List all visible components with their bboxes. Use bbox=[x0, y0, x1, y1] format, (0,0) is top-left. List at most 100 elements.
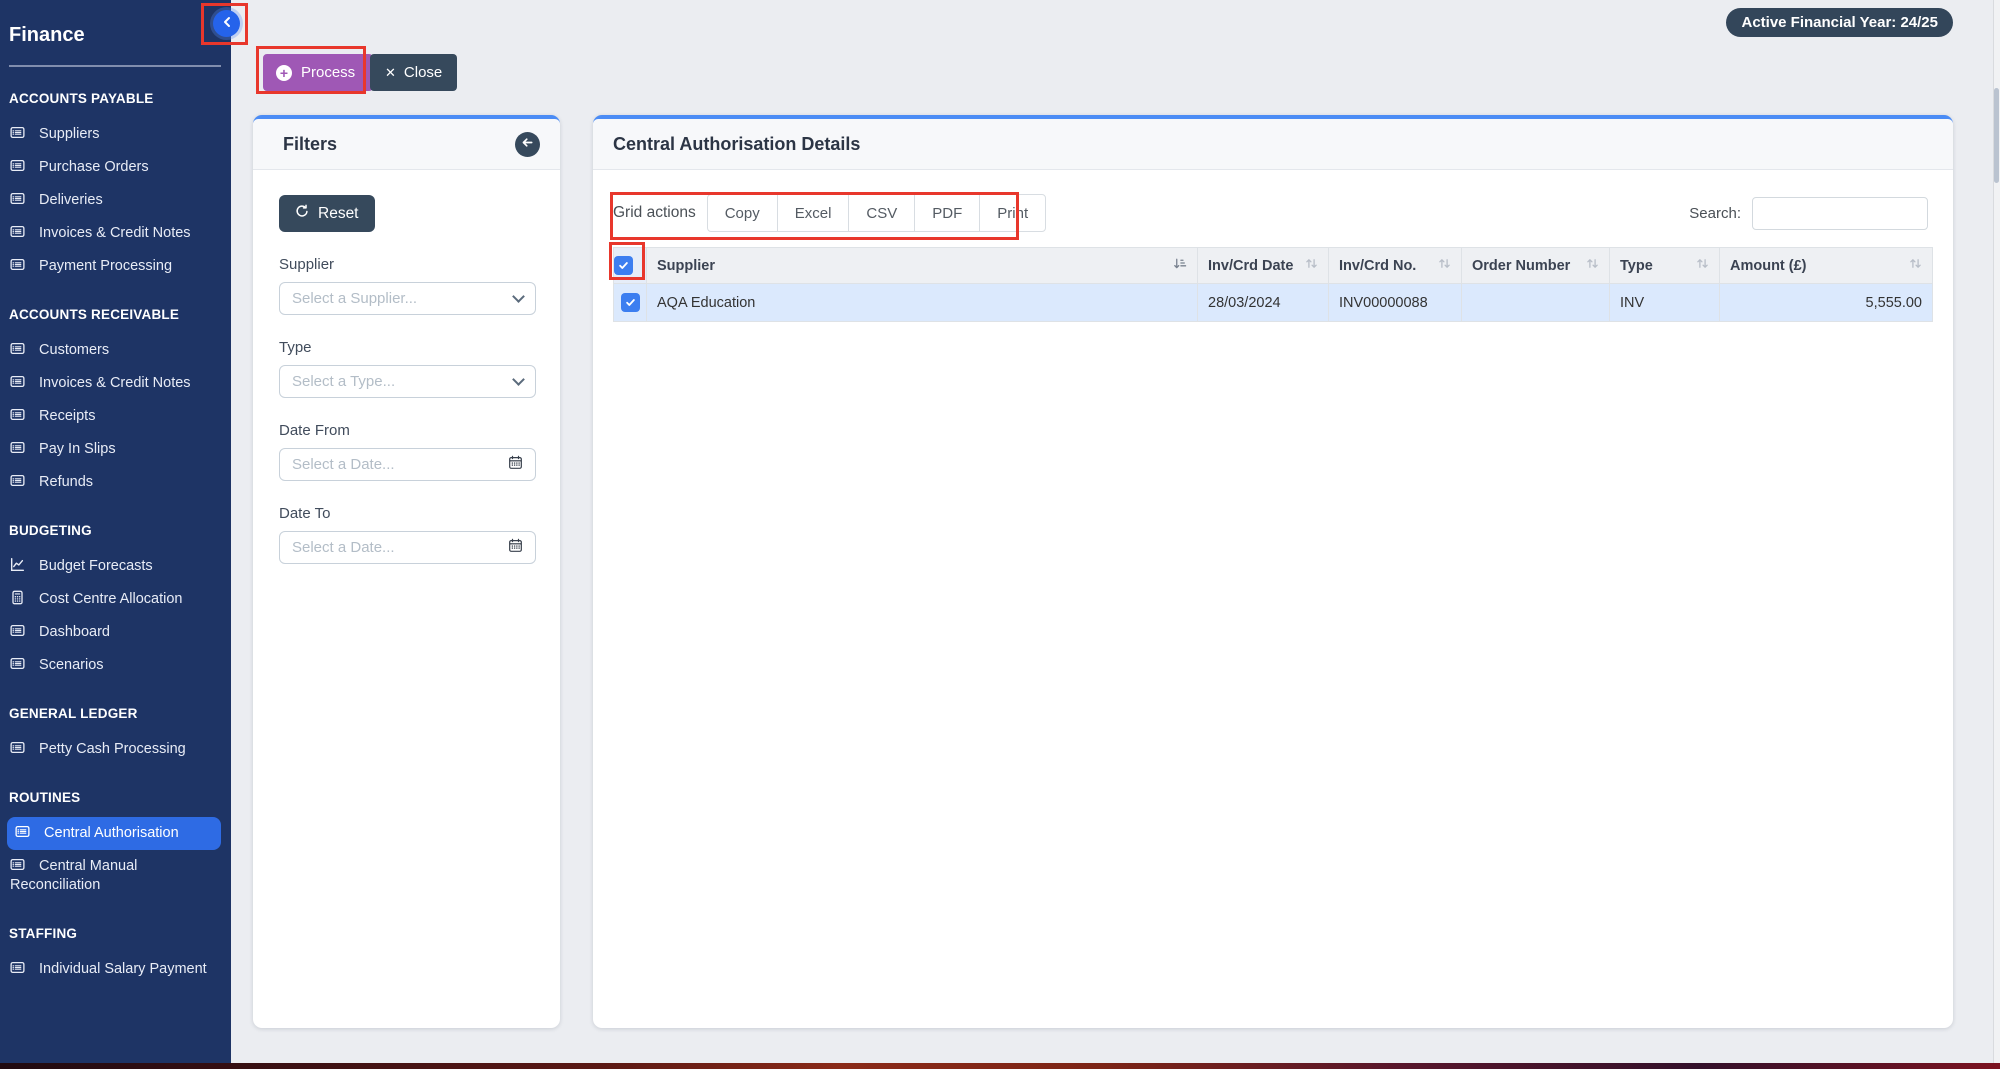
card-list-icon bbox=[10, 656, 25, 671]
sidebar-item-deliveries[interactable]: Deliveries bbox=[0, 184, 231, 217]
sidebar-item-scenarios[interactable]: Scenarios bbox=[0, 649, 231, 682]
sort-arrows-icon bbox=[1909, 257, 1922, 274]
card-list-icon bbox=[15, 824, 30, 839]
type-select[interactable]: Select a Type... bbox=[279, 365, 536, 398]
card-list-icon bbox=[10, 158, 25, 173]
sidebar-item-receipts[interactable]: Receipts bbox=[0, 400, 231, 433]
row-checkbox-cell bbox=[613, 283, 647, 322]
cell-type: INV bbox=[1609, 283, 1720, 322]
sidebar-item-dashboard[interactable]: Dashboard bbox=[0, 616, 231, 649]
sidebar-item-label: Suppliers bbox=[39, 126, 100, 142]
grid-toolbar: Grid actions Copy Excel CSV PDF Print Se… bbox=[613, 194, 1933, 232]
excel-button[interactable]: Excel bbox=[776, 194, 850, 232]
sidebar-item-payment-processing[interactable]: Payment Processing bbox=[0, 250, 231, 283]
sidebar-item-refunds[interactable]: Refunds bbox=[0, 466, 231, 499]
chevron-down-icon bbox=[512, 372, 525, 386]
sidebar-item-label: Refunds bbox=[39, 474, 94, 490]
filters-title: Filters bbox=[283, 133, 338, 154]
sidebar-section-routines: ROUTINES Central Authorisation Central M… bbox=[0, 790, 231, 902]
sidebar-item-label: Deliveries bbox=[39, 192, 103, 208]
section-heading: GENERAL LEDGER bbox=[9, 706, 138, 721]
row-checkbox[interactable] bbox=[620, 293, 640, 312]
sidebar-item-cost-centre-allocation[interactable]: Cost Centre Allocation bbox=[0, 583, 231, 616]
date-from-input[interactable]: Select a Date... bbox=[279, 448, 536, 481]
calendar-icon bbox=[508, 538, 523, 558]
filter-label-date-from: Date From bbox=[279, 422, 350, 439]
column-header-amount[interactable]: Amount (£) bbox=[1719, 247, 1933, 284]
sidebar-item-label: Petty Cash Processing bbox=[39, 741, 186, 757]
authorisation-table: Supplier Inv/Crd Date Inv/Crd No. Order … bbox=[613, 247, 1933, 322]
card-list-icon bbox=[10, 740, 25, 755]
csv-button[interactable]: CSV bbox=[848, 194, 916, 232]
sidebar-item-label: Cost Centre Allocation bbox=[39, 591, 183, 607]
pdf-button[interactable]: PDF bbox=[914, 194, 981, 232]
sidebar-item-label: Customers bbox=[39, 342, 110, 358]
sidebar-item-label: Scenarios bbox=[39, 657, 104, 673]
section-heading: BUDGETING bbox=[9, 523, 92, 538]
card-list-icon bbox=[10, 473, 25, 488]
select-all-header-cell bbox=[613, 247, 647, 284]
close-x-icon: ✕ bbox=[385, 64, 396, 80]
column-header-order-number[interactable]: Order Number bbox=[1461, 247, 1610, 284]
reset-button[interactable]: Reset bbox=[279, 195, 375, 232]
desktop-edge bbox=[0, 1063, 2000, 1069]
sidebar-item-label: Receipts bbox=[39, 408, 96, 424]
date-to-input[interactable]: Select a Date... bbox=[279, 531, 536, 564]
sidebar-item-label: Purchase Orders bbox=[39, 159, 149, 175]
sidebar-item-label: Invoices & Credit Notes bbox=[39, 225, 191, 241]
sidebar-item-suppliers[interactable]: Suppliers bbox=[0, 118, 231, 151]
sidebar-item-central-authorisation[interactable]: Central Authorisation bbox=[7, 817, 221, 850]
close-button[interactable]: ✕ Close bbox=[370, 54, 458, 91]
sidebar-item-label: Invoices & Credit Notes bbox=[39, 375, 191, 391]
sidebar-item-label: Central Manual Reconciliation bbox=[10, 858, 138, 893]
table-header-row: Supplier Inv/Crd Date Inv/Crd No. Order … bbox=[613, 247, 1933, 284]
sidebar-item-invoices-credit-notes-ap[interactable]: Invoices & Credit Notes bbox=[0, 217, 231, 250]
sidebar-item-petty-cash-processing[interactable]: Petty Cash Processing bbox=[0, 733, 231, 766]
sidebar-item-pay-in-slips[interactable]: Pay In Slips bbox=[0, 433, 231, 466]
filters-body: Reset Supplier Select a Supplier... Type… bbox=[253, 170, 560, 564]
column-header-type[interactable]: Type bbox=[1609, 247, 1720, 284]
select-all-checkbox[interactable] bbox=[614, 256, 633, 275]
sort-arrows-icon bbox=[1438, 257, 1451, 274]
sidebar-section-staffing: STAFFING Individual Salary Payment bbox=[0, 926, 231, 986]
card-list-icon bbox=[10, 857, 25, 872]
process-button[interactable]: + Process bbox=[263, 54, 374, 91]
search-input[interactable] bbox=[1752, 196, 1928, 230]
details-header: Central Authorisation Details bbox=[593, 119, 1953, 170]
sidebar-item-budget-forecasts[interactable]: Budget Forecasts bbox=[0, 550, 231, 583]
card-list-icon bbox=[10, 257, 25, 272]
sidebar-divider bbox=[9, 65, 221, 67]
sidebar-collapse-button[interactable] bbox=[213, 10, 240, 37]
sidebar-item-purchase-orders[interactable]: Purchase Orders bbox=[0, 151, 231, 184]
sidebar-item-invoices-credit-notes-ar[interactable]: Invoices & Credit Notes bbox=[0, 367, 231, 400]
print-button[interactable]: Print bbox=[979, 194, 1047, 232]
scrollbar-track[interactable] bbox=[1993, 0, 2000, 1063]
sidebar-section-accounts-receivable: ACCOUNTS RECEIVABLE Customers Invoices &… bbox=[0, 307, 231, 499]
card-list-icon bbox=[10, 191, 25, 206]
sidebar-item-customers[interactable]: Customers bbox=[0, 334, 231, 367]
sidebar-item-label: Individual Salary Payment bbox=[39, 961, 207, 977]
filters-collapse-button[interactable] bbox=[515, 131, 540, 157]
column-header-supplier[interactable]: Supplier bbox=[646, 247, 1198, 284]
sidebar-section-general-ledger: GENERAL LEDGER Petty Cash Processing bbox=[0, 706, 231, 766]
scrollbar-thumb[interactable] bbox=[1994, 88, 1999, 183]
sidebar-item-individual-salary-payment[interactable]: Individual Salary Payment bbox=[0, 953, 231, 986]
arrow-left-circle-icon bbox=[521, 136, 534, 152]
reset-button-label: Reset bbox=[318, 204, 359, 222]
copy-button[interactable]: Copy bbox=[706, 194, 778, 232]
section-heading: STAFFING bbox=[9, 926, 78, 941]
sort-arrows-icon bbox=[1696, 257, 1709, 274]
close-button-label: Close bbox=[403, 64, 443, 81]
sidebar-item-central-manual-reconciliation[interactable]: Central Manual Reconciliation bbox=[0, 850, 231, 902]
active-financial-year-badge: Active Financial Year: 24/25 bbox=[1726, 8, 1953, 37]
column-header-inv-crd-no[interactable]: Inv/Crd No. bbox=[1328, 247, 1462, 284]
supplier-select[interactable]: Select a Supplier... bbox=[279, 282, 536, 315]
search-label: Search: bbox=[1689, 204, 1741, 222]
filter-label-supplier: Supplier bbox=[279, 256, 335, 273]
cell-supplier: AQA Education bbox=[646, 283, 1198, 322]
card-list-icon bbox=[10, 374, 25, 389]
column-header-inv-crd-date[interactable]: Inv/Crd Date bbox=[1197, 247, 1329, 284]
process-button-label: Process bbox=[301, 64, 356, 81]
refresh-icon bbox=[295, 204, 309, 223]
chevron-down-icon bbox=[512, 289, 525, 303]
